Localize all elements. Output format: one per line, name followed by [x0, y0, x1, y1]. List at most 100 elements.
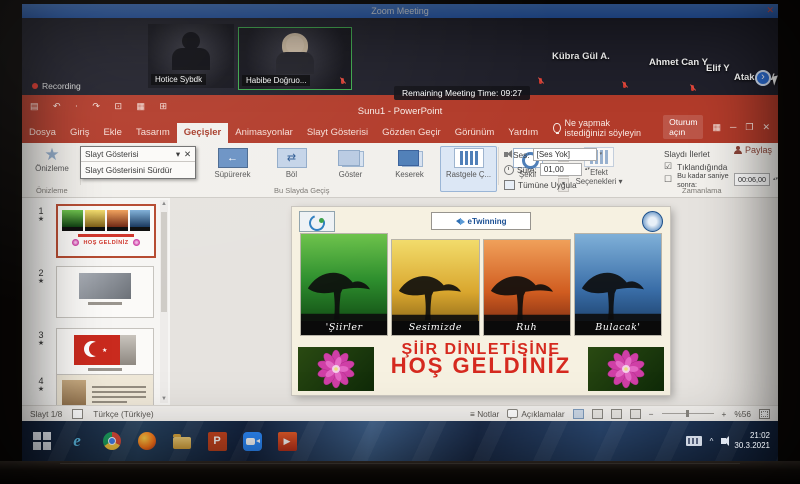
tab-gecisler-selected[interactable]: Geçişler — [177, 123, 229, 143]
clock-date: 30.3.2021 — [734, 441, 770, 451]
reading-view-icon[interactable] — [611, 409, 622, 419]
comments-toggle[interactable]: Açıklamalar — [507, 409, 564, 419]
share-button[interactable]: Paylaş — [734, 145, 772, 155]
next-participants-arrow-button[interactable]: › — [755, 70, 771, 86]
slide-editing-area[interactable]: eTwinning 'Şiirler Sesimizde — [170, 198, 778, 405]
taskbar-firefox[interactable] — [135, 429, 159, 453]
minimize-icon[interactable]: ─ — [730, 122, 736, 132]
school-emblem-icon — [642, 211, 663, 232]
zoom-percent[interactable]: %56 — [734, 409, 751, 419]
start-button[interactable] — [30, 429, 54, 453]
preview-button[interactable]: ★ Önizleme — [28, 146, 76, 173]
flower-icon — [72, 239, 79, 246]
duration-input[interactable]: 01,00 — [540, 163, 582, 176]
scrollbar-thumb[interactable] — [161, 212, 167, 312]
clock-time: 21:02 — [734, 431, 770, 441]
preview-star-icon: ★ — [28, 146, 76, 164]
tab-tasarim[interactable]: Tasarım — [129, 123, 177, 143]
tab-slayt-gosterisi[interactable]: Slayt Gösterisi — [300, 123, 375, 143]
after-spinner[interactable]: ▴▾ — [773, 177, 778, 182]
current-slide[interactable]: eTwinning 'Şiirler Sesimizde — [292, 207, 670, 395]
zoom-close-icon[interactable]: ✕ — [766, 5, 774, 16]
spellcheck-icon[interactable] — [72, 409, 83, 419]
zoom-camera-icon — [243, 432, 262, 451]
fit-to-window-icon[interactable] — [759, 409, 770, 419]
muted-mic-icon — [538, 78, 543, 86]
maximize-icon[interactable]: ❐ — [745, 122, 753, 133]
tab-gorunum[interactable]: Görünüm — [448, 123, 502, 143]
tab-animasyonlar[interactable]: Animasyonlar — [228, 123, 300, 143]
taskbar-chrome[interactable] — [100, 429, 124, 453]
tree-panel-blue: Bulacak' — [575, 234, 661, 335]
folder-icon — [173, 437, 191, 449]
tab-dosya[interactable]: Dosya — [22, 123, 63, 143]
thumbnail-caption — [88, 302, 122, 305]
checkbox-checked-icon[interactable]: ☑ — [664, 161, 672, 172]
tell-me-box[interactable]: Ne yapmak istediğinizi söyleyin — [545, 114, 655, 143]
thumbnail-scrollbar[interactable]: ▲ ▼ — [160, 200, 168, 403]
participant-silhouette — [172, 32, 210, 70]
tab-ekle[interactable]: Ekle — [96, 123, 128, 143]
checkbox-unchecked-icon[interactable]: ☐ — [664, 174, 672, 185]
mouse-cursor — [772, 75, 778, 85]
etwinning-logo: eTwinning — [431, 212, 531, 230]
participant-name: Ahmet Can Y — [649, 57, 708, 68]
taskbar-internet-explorer[interactable]: e — [65, 429, 89, 453]
zoom-out-button[interactable]: − — [649, 409, 654, 419]
advance-slide-header: Slaydı İlerlet — [664, 149, 710, 159]
transition-star-icon: ★ — [34, 216, 48, 223]
taskbar-clock[interactable]: 21:02 30.3.2021 — [734, 431, 770, 451]
tab-yardim[interactable]: Yardım — [501, 123, 545, 143]
thumbnail-artwork — [57, 375, 153, 405]
taskbar-zoom-app[interactable] — [240, 429, 264, 453]
slide-thumbnail-3[interactable]: ★ — [56, 328, 154, 380]
notes-toggle[interactable]: ≡ Notlar — [470, 409, 499, 419]
laptop-screen: Zoom Meeting ✕ Recording Hotice Sybdk Ha… — [22, 4, 778, 461]
sound-dropdown[interactable]: [Ses Yok] — [533, 148, 597, 161]
windows-logo-icon — [33, 432, 51, 450]
tab-giris[interactable]: Giriş — [63, 123, 97, 143]
windows-taskbar: e P ▶ ^ 21:02 30.3.2021 — [22, 421, 778, 461]
video-tile[interactable]: Habibe Doğruo... — [238, 27, 352, 90]
show-hidden-icons-caret[interactable]: ^ — [710, 437, 714, 446]
taskbar-powerpoint[interactable]: P — [205, 429, 229, 453]
participant-name-badge: Habibe Doğruo... — [242, 75, 310, 86]
ribbon-tab-row: Dosya Giriş Ekle Tasarım Geçişler Animas… — [22, 121, 778, 143]
duration-spinner[interactable]: ▴▾ — [585, 167, 590, 172]
taskbar-file-explorer[interactable] — [170, 429, 194, 453]
slide-sorter-view-icon[interactable] — [592, 409, 603, 419]
comment-icon — [507, 409, 518, 418]
tab-gozden-gecir[interactable]: Gözden Geçir — [375, 123, 448, 143]
language-indicator[interactable]: Türkçe (Türkiye) — [93, 409, 153, 419]
taskbar-media-player[interactable]: ▶ — [275, 429, 299, 453]
after-time-input[interactable]: 00:06,00 — [734, 173, 770, 186]
slide-thumbnail-1[interactable]: HOŞ GELDİNİZ — [56, 204, 156, 258]
wipe-left-icon: ← — [218, 148, 248, 168]
video-tile[interactable]: Hotice Sybdk — [148, 24, 234, 88]
touch-keyboard-icon[interactable] — [686, 436, 702, 446]
resume-slideshow-item[interactable]: Slayt Gösterisini Sürdür — [81, 161, 195, 178]
speaker-icon[interactable] — [721, 438, 726, 444]
turkish-flag-artwork: ★ — [74, 335, 136, 365]
dropdown-arrow-icon[interactable]: ▾ — [600, 152, 603, 157]
slide-thumbnail-4[interactable] — [56, 374, 154, 405]
muted-mic-icon — [340, 78, 345, 86]
participant-name: Elif Y — [706, 63, 730, 74]
popup-dropdown-icon[interactable]: ▾ — [176, 149, 180, 159]
ribbon-options-icon[interactable]: ▦ — [712, 122, 721, 133]
zoom-in-button[interactable]: + — [722, 409, 727, 419]
zoom-slider-thumb[interactable] — [686, 410, 689, 417]
popup-close-icon[interactable]: ✕ — [184, 149, 191, 159]
zoom-slider[interactable] — [662, 413, 714, 414]
panel-label: Sesimizde — [392, 321, 478, 335]
slide-number: 2★ — [34, 268, 48, 285]
tree-panel-yellow: Sesimizde — [392, 240, 478, 335]
lightbulb-icon — [553, 123, 560, 133]
slideshow-view-icon[interactable] — [630, 409, 641, 419]
close-icon[interactable]: ✕ — [762, 122, 770, 133]
scroll-up-icon[interactable]: ▲ — [160, 201, 168, 207]
slide-thumbnail-2[interactable] — [56, 266, 154, 318]
normal-view-icon[interactable] — [573, 409, 584, 419]
scroll-down-icon[interactable]: ▼ — [160, 396, 168, 402]
sign-in-button[interactable]: Oturum açın — [663, 115, 703, 139]
